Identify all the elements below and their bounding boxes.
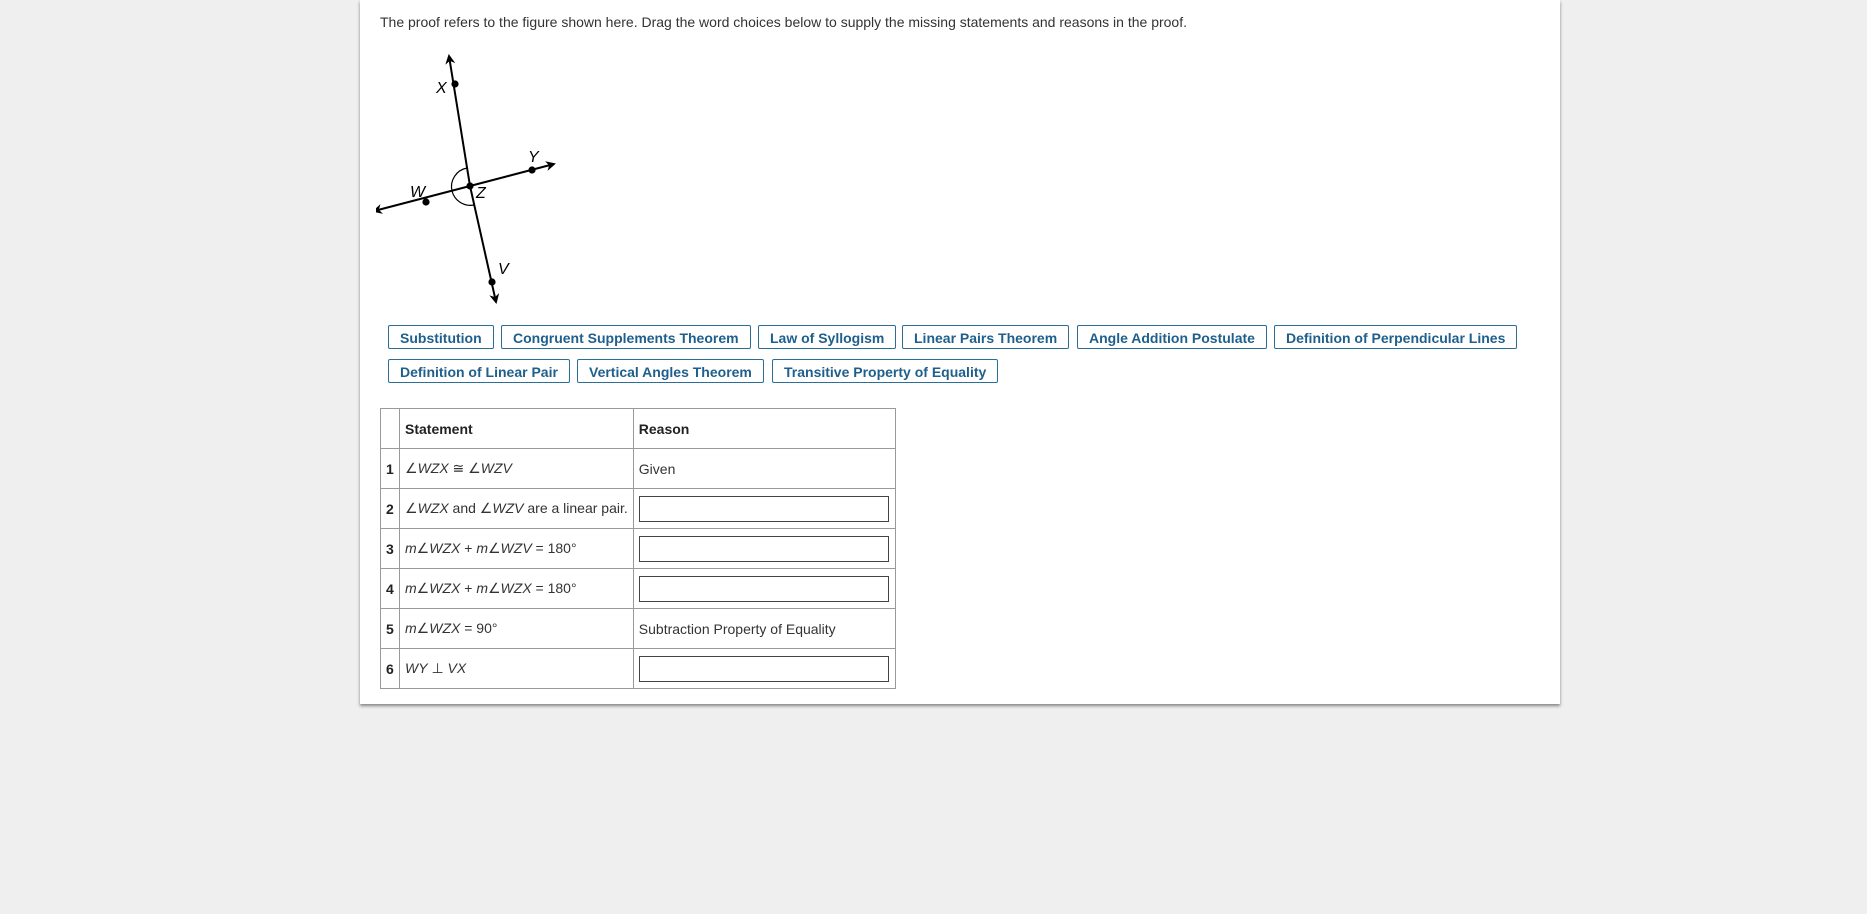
choice-substitution[interactable]: Substitution (388, 325, 494, 349)
point-y (528, 166, 536, 174)
choice-linear-pairs-theorem[interactable]: Linear Pairs Theorem (902, 325, 1070, 349)
row-number: 4 (380, 568, 400, 609)
row-number: 1 (380, 448, 400, 489)
ray-to-y (469, 161, 556, 187)
header-reason: Reason (632, 408, 896, 449)
proof-row: 6 WY ⊥ VX (380, 648, 896, 689)
row-reason (632, 568, 896, 609)
choice-definition-of-linear-pair[interactable]: Definition of Linear Pair (388, 359, 570, 383)
proof-row: 3 m∠WZX + m∠WZV = 180° (380, 528, 896, 569)
row-number: 2 (380, 488, 400, 529)
label-x: X (435, 80, 448, 97)
row-number: 6 (380, 648, 400, 689)
row-statement: ∠WZX and ∠WZV are a linear pair. (399, 488, 634, 529)
ray-to-x (445, 54, 471, 187)
point-v (488, 278, 496, 286)
label-y: Y (528, 149, 540, 166)
reason-drop-zone[interactable] (638, 495, 889, 522)
instructions-text: The proof refers to the figure shown her… (380, 14, 1187, 30)
reason-drop-zone[interactable] (638, 655, 889, 682)
header-statement: Statement (399, 408, 634, 449)
row-reason (632, 488, 896, 529)
row-statement: m∠WZX + m∠WZX = 180° (399, 568, 634, 609)
reason-drop-zone[interactable] (638, 535, 889, 562)
row-reason: Subtraction Property of Equality (632, 608, 896, 649)
geometry-figure: X Y W Z V (376, 54, 556, 304)
content-card: The proof refers to the figure shown her… (360, 0, 1560, 704)
proof-body: 1 ∠WZX ≅ ∠WZV Given 2 ∠WZX and ∠WZV are a li… (380, 448, 896, 689)
row-statement: ∠WZX ≅ ∠WZV (399, 448, 634, 489)
row-statement: WY ⊥ VX (399, 648, 634, 689)
proof-header-row: Statement Reason (380, 408, 896, 449)
choice-transitive-property-of-equality[interactable]: Transitive Property of Equality (772, 359, 999, 383)
choice-angle-addition-postulate[interactable]: Angle Addition Postulate (1077, 325, 1267, 349)
row-reason: Given (632, 448, 896, 489)
row-statement: m∠WZX + m∠WZV = 180° (399, 528, 634, 569)
row-number: 5 (380, 608, 400, 649)
proof-table: Statement Reason 1 ∠WZX ≅ ∠WZV Given 2 ∠WZX … (380, 408, 896, 689)
proof-row: 4 m∠WZX + m∠WZX = 180° (380, 568, 896, 609)
proof-row: 2 ∠WZX and ∠WZV are a linear pair. (380, 488, 896, 529)
proof-row: 5 m∠WZX = 90° Subtraction Property of Equa… (380, 608, 896, 649)
proof-row: 1 ∠WZX ≅ ∠WZV Given (380, 448, 896, 489)
row-reason (632, 528, 896, 569)
choice-congruent-supplements-theorem[interactable]: Congruent Supplements Theorem (501, 325, 751, 349)
reason-drop-zone[interactable] (638, 575, 889, 602)
point-x (451, 80, 459, 88)
choice-law-of-syllogism[interactable]: Law of Syllogism (758, 325, 897, 349)
header-number (380, 408, 400, 449)
label-z: Z (475, 185, 487, 202)
row-statement: m∠WZX = 90° (399, 608, 634, 649)
point-z (466, 182, 474, 190)
row-number: 3 (380, 528, 400, 569)
choice-definition-of-perpendicular-lines[interactable]: Definition of Perpendicular Lines (1274, 325, 1518, 349)
row-reason (632, 648, 896, 689)
label-v: V (498, 261, 510, 278)
label-w: W (410, 184, 427, 201)
choice-vertical-angles-theorem[interactable]: Vertical Angles Theorem (577, 359, 764, 383)
